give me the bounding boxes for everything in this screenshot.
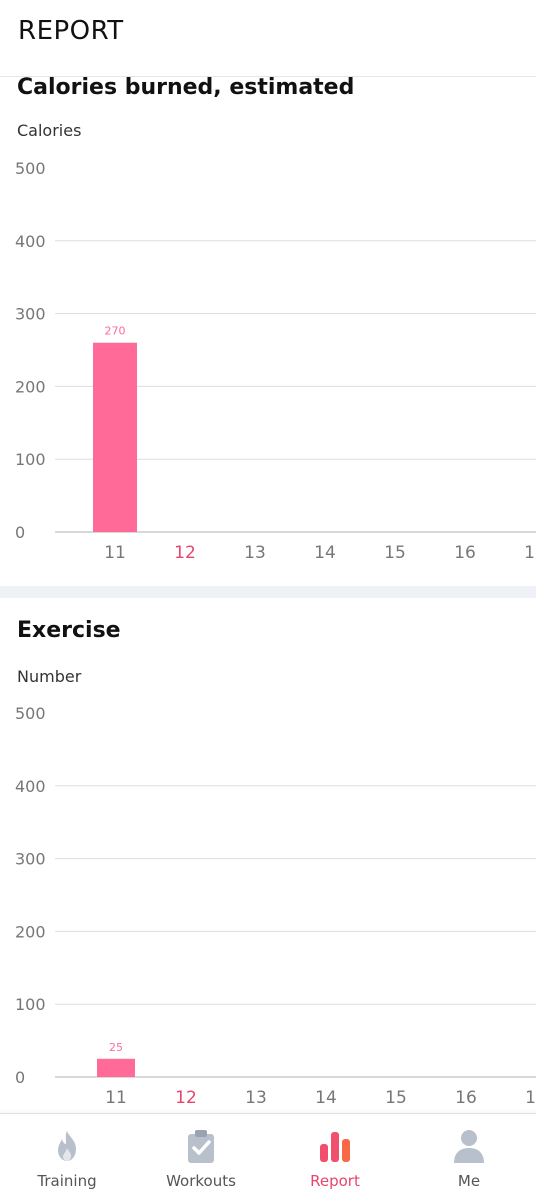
calories-ytick-label: 200 (15, 377, 46, 396)
calories-xtick-label: 13 (244, 543, 266, 563)
nav-label-report: Report (310, 1172, 360, 1190)
exercise-data-label: 25 (109, 1041, 123, 1054)
calories-xtick-label: 17 (524, 543, 536, 563)
exercise-ytick-label: 400 (15, 777, 46, 796)
exercise-ytick-label: 500 (15, 704, 46, 723)
calories-card: Calories burned, estimated Calories 0 100… (0, 77, 536, 586)
nav-item-workouts[interactable]: Workouts (134, 1114, 268, 1201)
calories-xtick-label: 12 (174, 543, 196, 563)
nav-label-training: Training (37, 1172, 97, 1190)
calories-data-label: 270 (105, 325, 126, 338)
clipboard-check-icon (188, 1130, 214, 1163)
calories-ytick-label: 300 (15, 305, 46, 324)
exercise-ytick-label: 0 (15, 1068, 25, 1087)
bar-chart-icon (320, 1132, 350, 1162)
exercise-card: Exercise Number 0 100 200 300 400 500 25 11 12 13… (0, 598, 536, 1113)
calories-xtick-label: 11 (104, 543, 126, 563)
nav-item-training[interactable]: Training (0, 1114, 134, 1201)
nav-label-workouts: Workouts (166, 1172, 236, 1190)
exercise-xtick-label: 16 (455, 1088, 477, 1108)
calories-xtick-label: 15 (384, 543, 406, 563)
calories-bar-chart[interactable]: 0 100 200 300 400 500 270 11 12 13 14 15 16 17 (0, 77, 536, 586)
calories-bar (93, 342, 137, 532)
calories-ytick-label: 100 (15, 450, 46, 469)
exercise-bar (97, 1058, 135, 1077)
calories-ytick-label: 0 (15, 523, 25, 542)
calories-xtick-label: 14 (314, 543, 336, 563)
exercise-xtick-label: 17 (525, 1088, 536, 1108)
exercise-xtick-label: 15 (385, 1088, 407, 1108)
bottom-navigation: Training Workouts Report Me (0, 1113, 536, 1201)
nav-item-report[interactable]: Report (268, 1114, 402, 1201)
exercise-xtick-label: 11 (105, 1088, 127, 1108)
flame-icon (58, 1131, 76, 1161)
exercise-bar-chart[interactable]: 0 100 200 300 400 500 25 11 12 13 14 15 16 17 (0, 598, 536, 1113)
nav-label-me: Me (457, 1172, 481, 1190)
exercise-xtick-label: 12 (175, 1088, 197, 1108)
exercise-xtick-label: 13 (245, 1088, 267, 1108)
section-divider (0, 586, 536, 598)
calories-xtick-label: 16 (454, 543, 476, 563)
exercise-ytick-label: 300 (15, 850, 46, 869)
app-header: REPORT (0, 0, 536, 77)
person-icon (454, 1130, 484, 1163)
page-title: REPORT (18, 16, 124, 46)
nav-item-me[interactable]: Me (402, 1114, 536, 1201)
exercise-xtick-label: 14 (315, 1088, 337, 1108)
calories-ytick-label: 400 (15, 232, 46, 251)
exercise-ytick-label: 200 (15, 922, 46, 941)
calories-ytick-label: 500 (15, 159, 46, 178)
exercise-ytick-label: 100 (15, 995, 46, 1014)
